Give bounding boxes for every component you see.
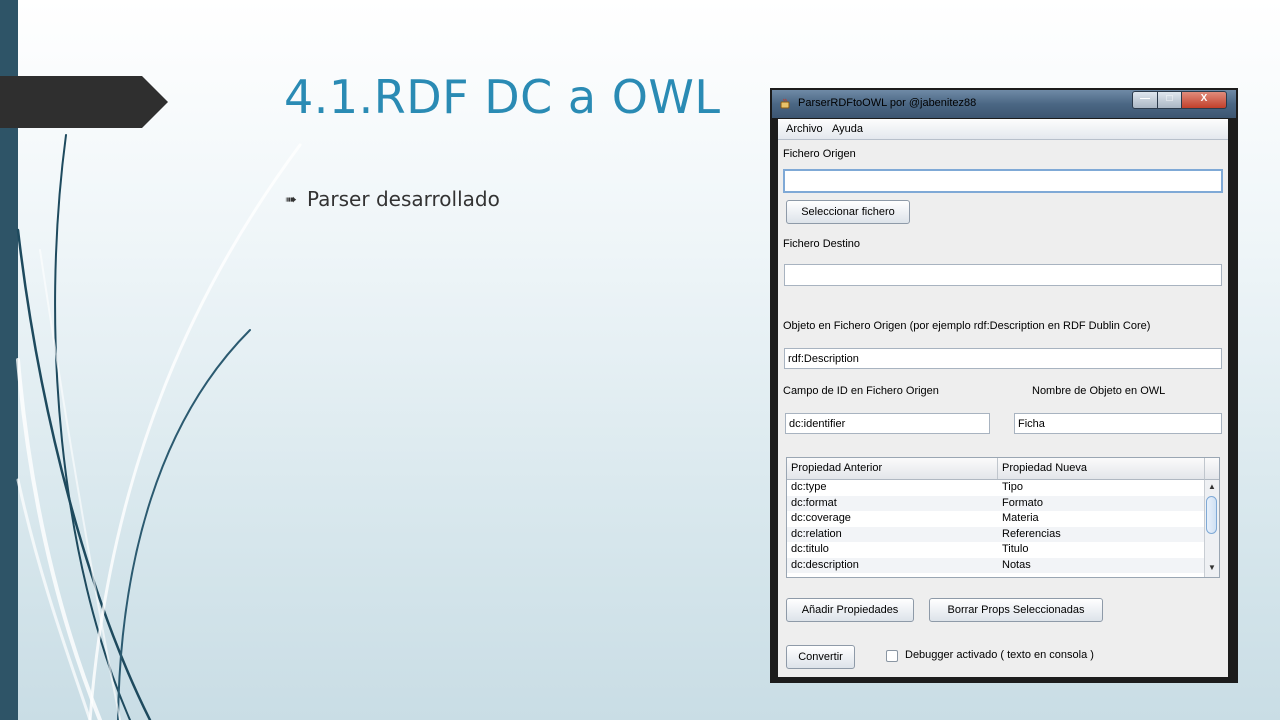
- column-header-anterior[interactable]: Propiedad Anterior: [787, 458, 998, 479]
- cell-anterior: dc:type: [791, 481, 827, 493]
- fichero-origen-label: Fichero Origen: [783, 148, 856, 160]
- table-row[interactable]: dc:format Formato: [787, 495, 1205, 511]
- borrar-props-button[interactable]: Borrar Props Seleccionadas: [929, 598, 1103, 622]
- slide-title: 4.1.RDF DC a OWL: [284, 70, 721, 124]
- campo-id-input[interactable]: dc:identifier: [785, 413, 990, 434]
- window-titlebar[interactable]: ParserRDFtoOWL por @jabenitez88 — □ X: [772, 90, 1236, 118]
- close-icon: X: [1200, 93, 1208, 104]
- fichero-destino-input[interactable]: [784, 264, 1222, 286]
- cell-anterior: dc:titulo: [791, 543, 829, 555]
- cell-anterior: dc:coverage: [791, 512, 851, 524]
- cell-nueva: Titulo: [1002, 543, 1029, 555]
- bullet-text: Parser desarrollado: [307, 187, 500, 211]
- cell-anterior: dc:relation: [791, 527, 842, 540]
- menu-archivo[interactable]: Archivo: [786, 123, 823, 135]
- bullet-item: ➠ Parser desarrollado: [285, 187, 500, 211]
- scroll-up-icon[interactable]: ▲: [1205, 482, 1219, 494]
- window-content: Fichero Origen Seleccionar fichero Fiche…: [778, 140, 1228, 677]
- table-header-corner: [1204, 458, 1219, 480]
- close-button[interactable]: X: [1181, 91, 1227, 109]
- table-row[interactable]: dc:coverage Materia: [787, 511, 1205, 527]
- scroll-down-icon[interactable]: ▼: [1205, 563, 1219, 575]
- nombre-objeto-input[interactable]: Ficha: [1014, 413, 1222, 434]
- table-row[interactable]: dc:relation Referencias: [787, 526, 1205, 542]
- cell-nueva: Notas: [1002, 558, 1031, 571]
- objeto-input[interactable]: rdf:Description: [784, 348, 1222, 369]
- table-body: dc:type Tipo dc:format Formato dc:coverage…: [787, 480, 1205, 573]
- propiedades-table: Propiedad Anterior Propiedad Nueva dc:ty…: [786, 457, 1220, 578]
- decorative-curves: [16, 134, 302, 720]
- table-row[interactable]: dc:description Notas: [787, 557, 1205, 573]
- table-row[interactable]: dc:type Tipo: [787, 480, 1205, 496]
- column-header-nueva[interactable]: Propiedad Nueva: [998, 458, 1207, 479]
- cell-nueva: Formato: [1002, 496, 1043, 509]
- table-row[interactable]: dc:titulo Titulo: [787, 542, 1205, 558]
- seleccionar-fichero-button[interactable]: Seleccionar fichero: [786, 200, 910, 224]
- fichero-origen-input[interactable]: [783, 169, 1223, 193]
- cell-nueva: Materia: [1002, 512, 1039, 524]
- anadir-propiedades-button[interactable]: Añadir Propiedades: [786, 598, 914, 622]
- campo-id-label: Campo de ID en Fichero Origen: [783, 385, 939, 397]
- cell-nueva: Referencias: [1002, 527, 1061, 540]
- maximize-button[interactable]: □: [1157, 91, 1182, 109]
- arrow-right-icon: ➠: [285, 192, 297, 208]
- java-app-icon: [780, 98, 790, 109]
- minimize-button[interactable]: —: [1132, 91, 1158, 109]
- debugger-checkbox[interactable]: [886, 650, 898, 662]
- objeto-label: Objeto en Fichero Origen (por ejemplo rd…: [783, 320, 1151, 332]
- table-header: Propiedad Anterior Propiedad Nueva: [787, 458, 1205, 480]
- parser-window: ParserRDFtoOWL por @jabenitez88 — □ X Ar…: [770, 88, 1238, 683]
- window-title: ParserRDFtoOWL por @jabenitez88: [798, 97, 977, 109]
- scroll-thumb[interactable]: [1206, 496, 1217, 534]
- cell-anterior: dc:description: [791, 558, 859, 571]
- convertir-button[interactable]: Convertir: [786, 645, 855, 669]
- maximize-icon: □: [1166, 93, 1173, 104]
- cell-anterior: dc:format: [791, 496, 837, 509]
- menu-ayuda[interactable]: Ayuda: [832, 123, 863, 135]
- nombre-objeto-label: Nombre de Objeto en OWL: [1032, 385, 1166, 397]
- fichero-destino-label: Fichero Destino: [783, 238, 861, 250]
- cell-nueva: Tipo: [1002, 481, 1023, 493]
- table-scrollbar[interactable]: ▲ ▼: [1204, 480, 1219, 577]
- menu-bar: Archivo Ayuda: [778, 119, 1228, 140]
- minimize-icon: —: [1140, 93, 1150, 104]
- debugger-label: Debugger activado ( texto en consola ): [905, 649, 1094, 661]
